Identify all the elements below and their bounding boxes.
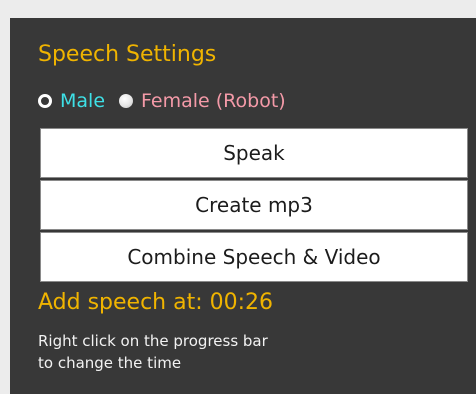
male-radio-icon[interactable] — [38, 94, 52, 108]
add-speech-time-label: Add speech at: 00:26 — [38, 290, 274, 315]
panel-title: Speech Settings — [38, 42, 217, 67]
male-option-label[interactable]: Male — [60, 90, 105, 112]
voice-radio-group: Male Female (Robot) — [38, 90, 286, 112]
speech-settings-panel: Speech Settings Male Female (Robot) Spea… — [10, 18, 476, 394]
hint-line-2: to change the time — [38, 354, 182, 372]
progress-bar-hint: Right click on the progress bar to chang… — [38, 330, 268, 374]
hint-line-1: Right click on the progress bar — [38, 332, 268, 350]
speak-button[interactable]: Speak — [40, 128, 468, 178]
combine-speech-video-button[interactable]: Combine Speech & Video — [40, 232, 468, 282]
female-option-label[interactable]: Female (Robot) — [141, 90, 286, 112]
female-radio-icon[interactable] — [119, 94, 134, 108]
create-mp3-button[interactable]: Create mp3 — [40, 180, 468, 230]
